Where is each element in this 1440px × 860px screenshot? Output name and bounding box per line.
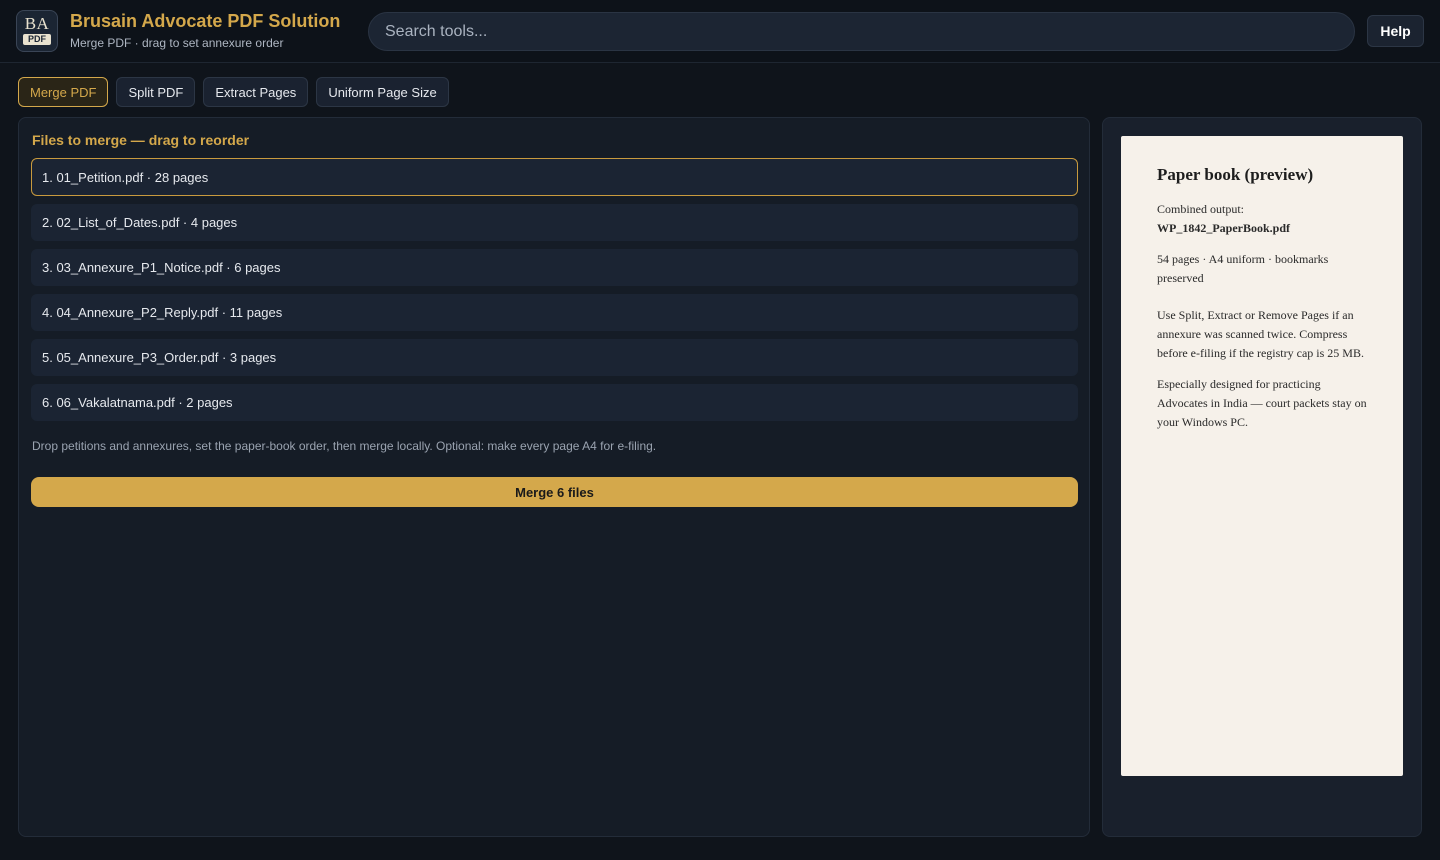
app-logo: BA PDF [16,10,58,52]
search-input[interactable] [385,22,1338,41]
tool-tabs: Merge PDF Split PDF Extract Pages Unifor… [18,77,449,107]
file-item[interactable]: 6. 06_Vakalatnama.pdf · 2 pages [31,384,1078,421]
tab-uniform-page-size[interactable]: Uniform Page Size [316,77,449,107]
output-stats: 54 pages · A4 uniform · bookmarks preser… [1157,252,1329,285]
merge-button[interactable]: Merge 6 files [31,477,1078,507]
paper-book-preview: Paper book (preview) Combined output: WP… [1121,136,1403,776]
app-header: BA PDF Brusain Advocate PDF Solution Mer… [0,0,1440,63]
tab-extract-pages[interactable]: Extract Pages [203,77,309,107]
tab-split-pdf[interactable]: Split PDF [116,77,196,107]
logo-monogram: BA [24,14,50,33]
tab-merge-pdf[interactable]: Merge PDF [18,77,109,107]
search-bar[interactable] [368,12,1355,51]
app-title: Brusain Advocate PDF Solution [70,11,341,31]
preview-title: Paper book (preview) [1157,165,1314,184]
file-item[interactable]: 4. 04_Annexure_P2_Reply.pdf · 11 pages [31,294,1078,331]
file-item[interactable]: 3. 03_Annexure_P1_Notice.pdf · 6 pages [31,249,1078,286]
output-filename: WP_1842_PaperBook.pdf [1157,221,1291,235]
app-subtitle: Merge PDF · drag to set annexure order [70,36,284,50]
output-label: Combined output: [1157,202,1244,216]
preview-note-split: Use Split, Extract or Remove Pages if an… [1157,308,1364,360]
preview-note-advocates: Especially designed for practicing Advoc… [1157,377,1367,429]
logo-pdf-tag: PDF [23,34,51,45]
file-list: 1. 01_Petition.pdf · 28 pages 2. 02_List… [31,158,1078,429]
files-heading: Files to merge — drag to reorder [32,132,250,148]
preview-panel: Paper book (preview) Combined output: WP… [1102,117,1422,837]
help-button[interactable]: Help [1367,15,1424,47]
file-item[interactable]: 2. 02_List_of_Dates.pdf · 4 pages [31,204,1078,241]
file-item[interactable]: 1. 01_Petition.pdf · 28 pages [31,158,1078,196]
merge-hint: Drop petitions and annexures, set the pa… [32,439,657,453]
file-item[interactable]: 5. 05_Annexure_P3_Order.pdf · 3 pages [31,339,1078,376]
merge-panel: Files to merge — drag to reorder 1. 01_P… [18,117,1090,837]
